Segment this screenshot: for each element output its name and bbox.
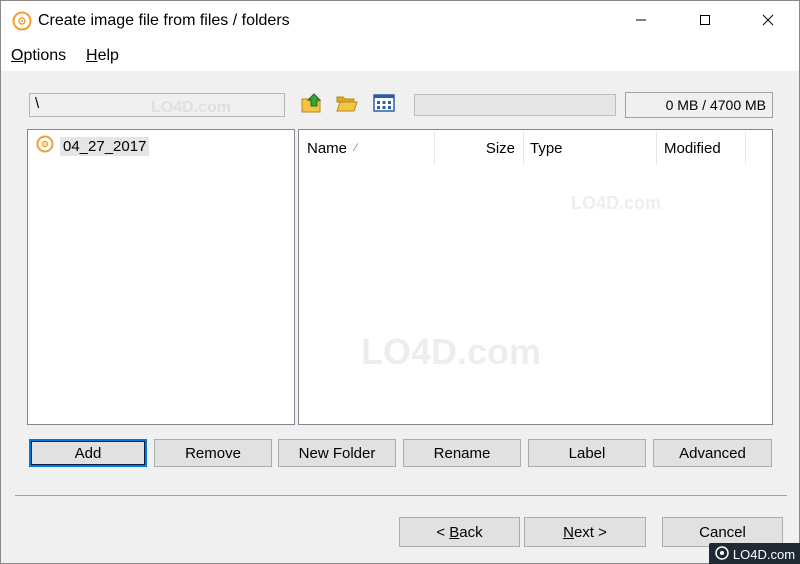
rename-button[interactable]: Rename — [403, 439, 521, 467]
back-button-label: ack — [459, 523, 483, 541]
column-header-name[interactable]: Name ∕ — [307, 130, 357, 166]
close-button[interactable] — [745, 1, 791, 41]
menu-help-label: elp — [97, 47, 119, 64]
back-button-prefix: < — [436, 523, 450, 541]
column-header-modified-label: Modified — [664, 139, 721, 157]
title-bar: Create image file from files / folders — [1, 1, 799, 41]
maximize-icon — [699, 13, 711, 30]
column-separator[interactable] — [656, 132, 657, 164]
disc-icon — [36, 135, 54, 157]
separator-line — [15, 495, 787, 496]
column-header-size-label: Size — [485, 139, 515, 157]
menu-options-mnemonic: O — [11, 47, 24, 64]
view-grid-icon — [372, 91, 396, 119]
menu-help[interactable]: Help — [86, 47, 119, 65]
window-title: Create image file from files / folders — [38, 12, 290, 29]
column-header-size[interactable]: Size — [435, 130, 515, 166]
next-button[interactable]: Next > — [524, 517, 646, 547]
up-folder-button[interactable] — [299, 92, 325, 118]
folder-tree[interactable]: 04_27_2017 — [27, 129, 295, 425]
open-folder-button[interactable] — [334, 92, 360, 118]
back-button[interactable]: < Back — [399, 517, 520, 547]
menu-options-label: ptions — [23, 47, 67, 64]
next-button-label: ext > — [573, 523, 607, 541]
menu-options[interactable]: Options — [11, 47, 66, 65]
menu-help-mnemonic: H — [86, 47, 98, 64]
maximize-button[interactable] — [682, 1, 728, 41]
capacity-readout: 0 MB / 4700 MB — [625, 92, 773, 118]
menu-bar: Options Help — [1, 41, 799, 71]
new-folder-button[interactable]: New Folder — [278, 439, 396, 467]
watermark-badge-text: LO4D.com — [732, 546, 796, 562]
back-button-mnemonic: B — [449, 523, 460, 541]
advanced-button[interactable]: Advanced — [653, 439, 772, 467]
current-path-field[interactable]: \ — [29, 93, 285, 117]
next-button-mnemonic: N — [563, 523, 574, 541]
label-button[interactable]: Label — [528, 439, 646, 467]
column-separator[interactable] — [745, 132, 746, 164]
column-header-name-label: Name — [307, 139, 348, 157]
up-folder-icon — [300, 91, 324, 119]
dialog-window: Create image file from files / folders O… — [0, 0, 800, 564]
sort-indicator-icon: ∕ — [355, 142, 357, 154]
column-header-type[interactable]: Type — [530, 130, 563, 166]
column-header-modified[interactable]: Modified — [664, 130, 721, 166]
column-header-type-label: Type — [530, 139, 563, 157]
tree-item[interactable]: 04_27_2017 — [36, 135, 150, 157]
tree-item-label: 04_27_2017 — [60, 136, 150, 156]
add-button[interactable]: Add — [29, 439, 147, 467]
disc-icon — [12, 11, 32, 31]
capacity-progress-bar — [414, 94, 616, 116]
watermark-badge: LO4D.com — [709, 543, 800, 564]
close-icon — [762, 13, 774, 30]
file-list[interactable]: Name ∕ Size Type Modified — [298, 129, 773, 425]
column-separator[interactable] — [523, 132, 524, 164]
minimize-icon — [635, 13, 647, 30]
open-folder-icon — [335, 91, 359, 119]
view-options-button[interactable] — [371, 92, 397, 118]
lo4d-logo-icon — [715, 545, 729, 563]
minimize-button[interactable] — [618, 1, 664, 41]
remove-button[interactable]: Remove — [154, 439, 272, 467]
